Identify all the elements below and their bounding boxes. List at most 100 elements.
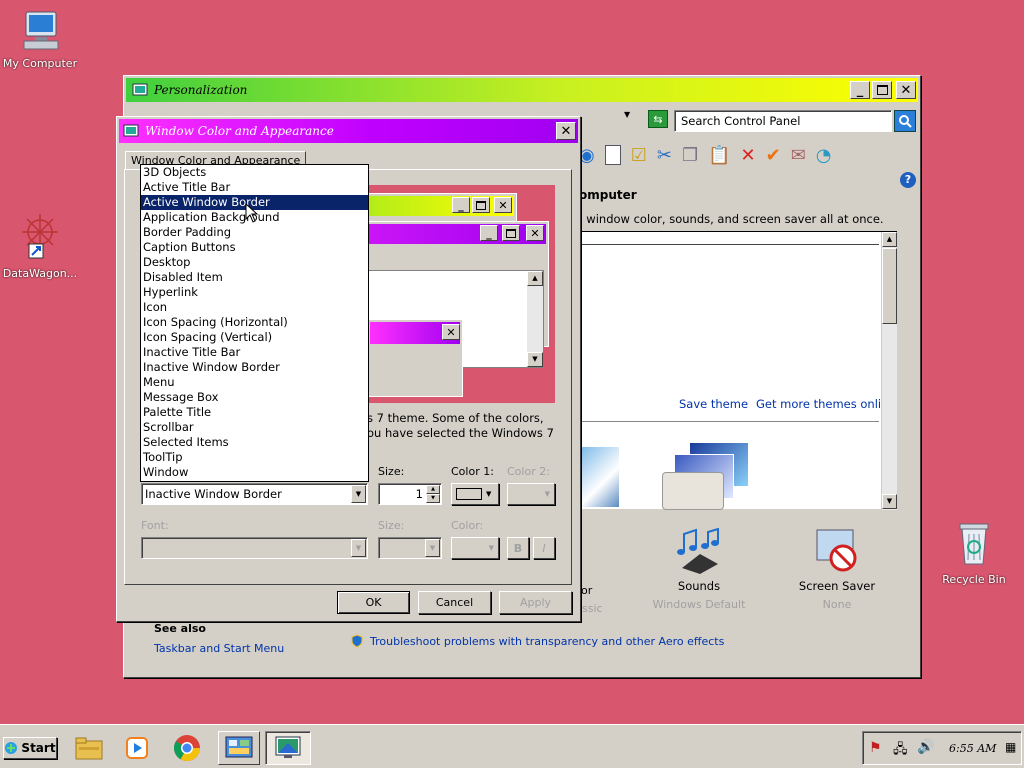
page-icon[interactable] [604,145,621,165]
personalization-title-bar[interactable]: Personalization _ ✕ [126,78,918,102]
refresh-icon[interactable]: ⇆ [648,110,668,128]
get-more-themes-link[interactable]: Get more themes online [756,397,895,411]
address-dropdown-arrow[interactable]: ▼ [624,110,644,130]
bold-button[interactable]: B [507,537,529,559]
network-icon[interactable]: 🖧 [893,740,908,762]
dropdown-option[interactable]: Inactive Window Border [141,360,368,375]
help-icon[interactable]: ? [900,172,916,188]
dropdown-option[interactable]: Selected Items [141,435,368,450]
minimize-button[interactable]: _ [850,81,870,99]
scroll-thumb[interactable] [882,248,897,324]
taskbar-chrome-button[interactable] [170,733,204,763]
dialog-title-bar[interactable]: Window Color and Appearance ✕ [119,119,578,143]
theme-thumbnail[interactable] [579,447,619,507]
dropdown-option[interactable]: 3D Objects [141,165,368,180]
dropdown-option[interactable]: Icon Spacing (Horizontal) [141,315,368,330]
dropdown-option[interactable]: Inactive Title Bar [141,345,368,360]
dropdown-option[interactable]: Icon [141,300,368,315]
taskbar-personalization-button[interactable] [265,731,311,765]
system-tray: ⚑ 🖧 🔊 6:55 AM ▦ [862,731,1022,765]
item-select[interactable]: Inactive Window Border ▼ [141,483,368,505]
desktop-icon-recycle-bin[interactable]: Recycle Bin [934,520,1014,586]
chevron-down-icon: ▼ [486,490,492,498]
personalization-app-icon [132,83,148,96]
chrome-icon [173,735,201,762]
size-stepper[interactable]: 1 ▲ ▼ [378,483,442,505]
desktop-icon-datawagon[interactable]: DataWagon... [0,210,80,280]
font-color-label: Color: [451,519,484,532]
dropdown-option[interactable]: Border Padding [141,225,368,240]
taskbar-explorer-button[interactable] [72,733,106,763]
scroll-down-arrow[interactable]: ▼ [882,494,897,509]
apply-button[interactable]: Apply [499,591,572,614]
dropdown-option[interactable]: Hyperlink [141,285,368,300]
search-button[interactable] [894,110,916,132]
preview-message-close-icon: ✕ [442,324,460,340]
search-input[interactable]: Search Control Panel [674,110,892,132]
close-button[interactable]: ✕ [896,81,916,99]
dropdown-option[interactable]: Icon Spacing (Vertical) [141,330,368,345]
dropdown-option[interactable]: Palette Title [141,405,368,420]
scissors-icon[interactable]: ✂ [657,145,672,166]
volume-icon[interactable]: 🔊 [917,739,934,755]
datawagon-label: DataWagon... [2,267,78,280]
minimize-icon: _ [856,82,864,98]
dropdown-option[interactable]: Active Title Bar [141,180,368,195]
troubleshoot-link[interactable]: Troubleshoot problems with transparency … [350,634,724,648]
dropdown-option[interactable]: Scrollbar [141,420,368,435]
media-player-icon [126,737,148,759]
clock[interactable]: 6:55 AM [949,742,996,755]
shell-icon[interactable]: ◔ [816,145,832,166]
control-panel-icon [225,736,253,758]
screen-saver-setting[interactable]: Screen Saver None [784,528,890,611]
dialog-close-button[interactable]: ✕ [556,122,576,140]
font-size-select[interactable]: ▼ [378,537,442,559]
italic-button[interactable]: I [533,537,555,559]
color2-button[interactable]: ▼ [507,483,555,505]
paste-icon[interactable]: 📋 [708,145,730,166]
font-select[interactable]: ▼ [141,537,368,559]
taskbar-start-menu-link[interactable]: Taskbar and Start Menu [154,642,284,655]
delete-icon[interactable]: ✕ [741,145,756,166]
theme-thumbnail-stack[interactable] [662,442,754,510]
start-button[interactable]: Start [3,737,57,759]
dropdown-option[interactable]: Caption Buttons [141,240,368,255]
sounds-setting[interactable]: Sounds Windows Default [644,527,754,611]
dropdown-option[interactable]: Disabled Item [141,270,368,285]
sounds-label: Sounds [677,579,721,593]
theme-gallery: Save theme Get more themes online ▲ ▼ [579,231,897,510]
stepper-down-icon[interactable]: ▼ [426,494,440,503]
cancel-button[interactable]: Cancel [418,591,491,614]
chevron-down-icon[interactable]: ▼ [351,485,366,503]
dialog-app-icon [123,124,139,137]
search-icon [899,115,912,128]
taskbar-media-player-button[interactable] [120,733,154,763]
gallery-scrollbar[interactable]: ▲ ▼ [881,232,897,510]
dropdown-option[interactable]: ToolTip [141,450,368,465]
checklist-icon[interactable]: ☑ [631,145,647,166]
dropdown-option[interactable]: Menu [141,375,368,390]
my-computer-label: My Computer [2,57,78,70]
color1-button[interactable]: ▼ [451,483,499,505]
preview-close-icon-2: ✕ [526,225,544,241]
dropdown-option[interactable]: Message Box [141,390,368,405]
stepper-up-icon[interactable]: ▲ [426,485,440,494]
scroll-up-arrow[interactable]: ▲ [882,232,897,247]
ok-button[interactable]: OK [337,591,410,614]
save-theme-link[interactable]: Save theme [679,397,748,411]
taskbar-control-panel-button[interactable] [218,731,260,765]
check-icon[interactable]: ✔ [766,145,781,166]
dropdown-option[interactable]: Window [141,465,368,480]
maximize-button[interactable] [872,81,892,99]
font-color-button[interactable]: ▼ [451,537,499,559]
desktop-icon-my-computer[interactable]: My Computer [0,10,80,70]
network-warning-icon[interactable]: ⚑ [869,740,882,756]
copy-icon[interactable]: ❐ [682,145,698,166]
show-desktop-icon[interactable]: ▦ [1005,740,1016,754]
computer-icon [23,11,59,50]
back-icon[interactable]: ◉ [579,145,595,166]
mail-icon[interactable]: ✉ [791,145,806,166]
color-sublabel: ssic [582,602,603,615]
preview-message-title: ✕ [370,322,460,344]
dropdown-option[interactable]: Desktop [141,255,368,270]
